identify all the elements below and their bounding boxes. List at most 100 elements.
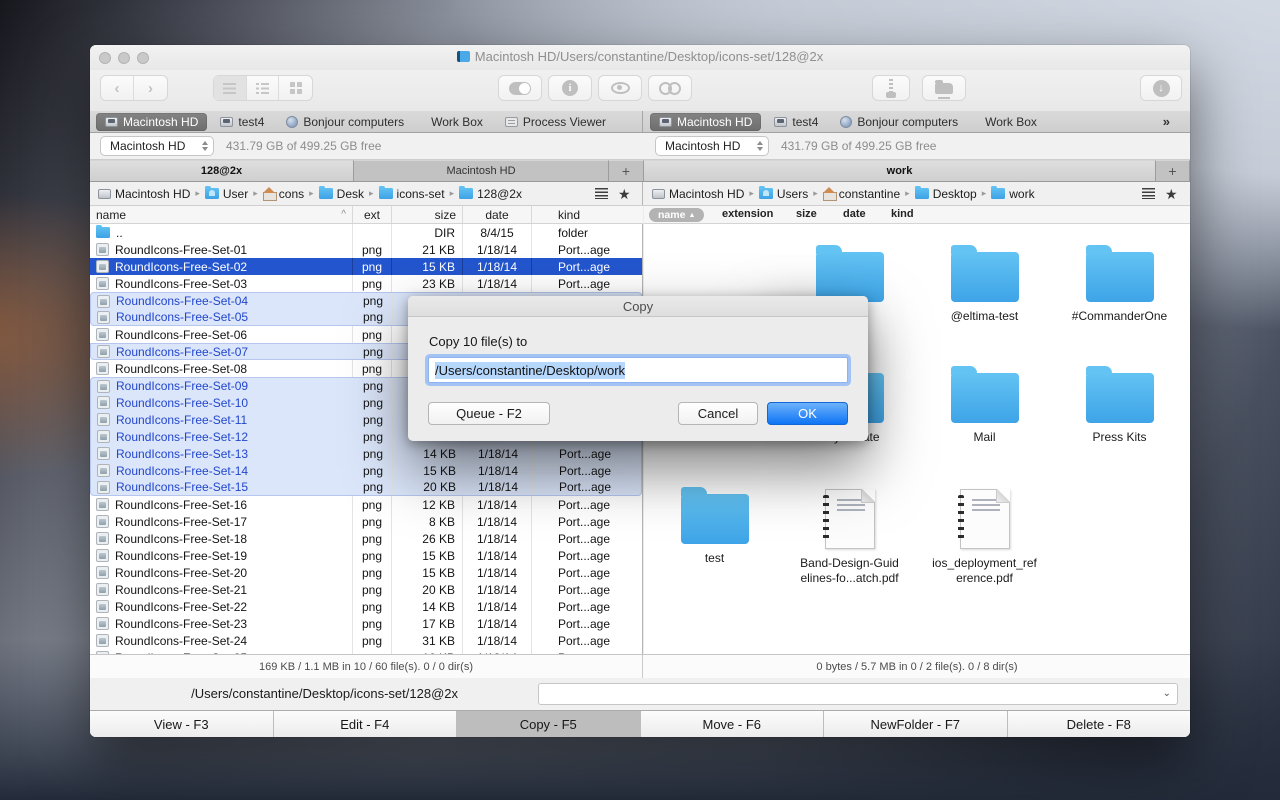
downloads-button[interactable]: ↓ [1140,75,1182,101]
network-button[interactable] [922,75,966,101]
breadcrumb-item-work[interactable]: work [991,185,1035,201]
chevron-down-icon[interactable]: ⌄ [1163,688,1171,699]
brief-list-view-button[interactable] [247,76,280,100]
left-drive-select[interactable]: Macintosh HD [100,136,214,156]
icon-view-item--commanderone[interactable]: #CommanderOne [1052,244,1187,365]
cell-date: 1/18/14 [463,564,532,581]
icon-view-label: #CommanderOne [1071,309,1168,323]
function-button-view-f3[interactable]: View - F3 [90,711,274,737]
file-row[interactable]: RoundIcons-Free-Set-02 png 15 KB 1/18/14 Por… [90,258,642,275]
device-tab-label: test4 [792,114,819,129]
file-row[interactable]: RoundIcons-Free-Set-19 png 15 KB 1/18/14 Por… [90,547,642,564]
icon-view-item-ios-deployment-ref[interactable]: ios_deployment_ref erence.pdf [917,486,1052,607]
breadcrumb-label: Desk [336,186,364,201]
command-line-input[interactable] [539,684,1177,704]
file-row[interactable]: RoundIcons-Free-Set-17 png 8 KB 1/18/14 Port… [90,513,642,530]
column-header-date[interactable]: date [843,208,866,220]
function-button-edit-f4[interactable]: Edit - F4 [273,711,457,737]
file-row[interactable]: RoundIcons-Free-Set-16 png 12 KB 1/18/14 Por… [90,496,642,513]
column-header-size[interactable]: size [796,208,817,220]
column-header-name[interactable]: name ^ [90,206,353,223]
archive-button[interactable] [872,75,910,101]
more-tabs-button[interactable]: » [1163,114,1170,129]
search-button[interactable] [648,75,692,101]
device-tab-macintosh-hd[interactable]: Macintosh HD [96,112,208,131]
file-row[interactable]: RoundIcons-Free-Set-18 png 26 KB 1/18/14 Por… [90,530,642,547]
breadcrumb-item-128@2x[interactable]: 128@2x [459,185,522,201]
file-row[interactable]: RoundIcons-Free-Set-14 png 15 KB 1/18/14 Por… [90,462,642,479]
icon-view-item-test[interactable]: test [647,486,782,607]
column-header-extension[interactable]: extension [722,208,773,220]
cell-name: RoundIcons-Free-Set-08 [90,360,353,377]
column-header-date[interactable]: date [463,206,532,223]
back-button[interactable]: ‹ [101,76,134,100]
breadcrumb-item-user[interactable]: User [204,185,248,201]
column-header-kind[interactable]: kind [891,208,914,220]
history-menu-icon[interactable] [595,188,608,199]
device-tab-bonjour-computers[interactable]: Bonjour computers [277,113,413,131]
file-row[interactable]: RoundIcons-Free-Set-21 png 20 KB 1/18/14 Por… [90,581,642,598]
cell-size: 8 KB [392,513,463,530]
icon-view-item-band-design-guid[interactable]: Band-Design-Guid elines-fo...atch.pdf [782,486,917,607]
column-header-kind[interactable]: kind [532,206,643,223]
history-menu-icon[interactable] [1142,188,1155,199]
cell-kind: Port...age [558,599,611,614]
function-button-newfolder-f7[interactable]: NewFolder - F7 [824,711,1008,737]
file-row[interactable]: RoundIcons-Free-Set-15 png 20 KB 1/18/14 Por… [90,479,642,496]
device-tab-test4[interactable]: test4 [211,113,273,131]
cell-kind: Port...age [558,497,611,512]
file-row[interactable]: RoundIcons-Free-Set-22 png 14 KB 1/18/14 Por… [90,598,642,615]
ok-button[interactable]: OK [767,402,848,425]
file-row[interactable]: RoundIcons-Free-Set-03 png 23 KB 1/18/14 Por… [90,275,642,292]
add-tab-button[interactable]: + [609,160,644,181]
function-button-copy-f5[interactable]: Copy - F5 [457,711,641,737]
info-button[interactable]: i [548,75,592,101]
image-icon [97,480,110,494]
breadcrumb-item-icons-set[interactable]: icons-set [378,185,445,201]
icon-view-item-press-kits[interactable]: Press Kits [1052,365,1187,486]
device-tab-work-box[interactable]: Work Box [971,113,1046,131]
folder-tab-128@2x[interactable]: 128@2x [90,160,354,181]
add-tab-button[interactable]: + [1156,160,1190,181]
cell-date: 1/18/14 [463,513,532,530]
thumbnail-view-button[interactable] [279,76,312,100]
breadcrumb-item-users[interactable]: Users [758,185,808,201]
device-tab-work-box[interactable]: Work Box [417,113,492,131]
file-row[interactable]: RoundIcons-Free-Set-01 png 21 KB 1/18/14 Por… [90,241,642,258]
device-tab-macintosh-hd[interactable]: Macintosh HD [650,112,762,131]
column-header-name-sorted[interactable]: name ▲ [649,208,705,222]
file-row[interactable]: RoundIcons-Free-Set-20 png 15 KB 1/18/14 Por… [90,564,642,581]
icon-view-item--eltima-test[interactable]: @eltima-test [917,244,1052,365]
icon-view-item-mail[interactable]: Mail [917,365,1052,486]
breadcrumb-item-desktop[interactable]: Desktop [914,185,977,201]
favorites-star-icon[interactable]: ★ [618,187,631,201]
copy-destination-input[interactable]: /Users/constantine/Desktop/work [428,357,848,383]
queue-button[interactable]: Queue - F2 [428,402,550,425]
forward-button[interactable]: › [134,76,167,100]
cancel-button[interactable]: Cancel [678,402,758,425]
breadcrumb-item-desk[interactable]: Desk [318,185,364,201]
file-row[interactable]: RoundIcons-Free-Set-13 png 14 KB 1/18/14 Por… [90,445,642,462]
file-row[interactable]: RoundIcons-Free-Set-23 png 17 KB 1/18/14 Por… [90,615,642,632]
device-tab-test4[interactable]: test4 [765,113,827,131]
breadcrumb-item-cons[interactable]: cons [262,187,304,201]
breadcrumb-item-macintosh-hd[interactable]: Macintosh HD [652,187,744,201]
toggle-panel-button[interactable] [498,75,542,101]
device-tab-bonjour-computers[interactable]: Bonjour computers [831,113,967,131]
device-tab-process-viewer[interactable]: Process Viewer [496,113,615,131]
folder-tab-macintosh-hd[interactable]: Macintosh HD [354,160,609,181]
function-button-delete-f8[interactable]: Delete - F8 [1007,711,1190,737]
favorites-star-icon[interactable]: ★ [1165,187,1178,201]
file-row[interactable]: .. DIR 8/4/15 folder [90,224,642,241]
column-header-ext[interactable]: ext [353,206,392,223]
quick-look-button[interactable] [598,75,642,101]
right-drive-select[interactable]: Macintosh HD [655,136,769,156]
file-row[interactable]: RoundIcons-Free-Set-24 png 31 KB 1/18/14 Por… [90,632,642,649]
breadcrumb-item-macintosh-hd[interactable]: Macintosh HD [98,187,190,201]
folder-tab-work[interactable]: work [644,160,1156,181]
function-button-move-f6[interactable]: Move - F6 [640,711,824,737]
column-header-size[interactable]: size [392,206,463,223]
cell-size: 17 KB [392,615,463,632]
full-list-view-button[interactable] [214,76,247,100]
breadcrumb-item-constantine[interactable]: constantine [822,187,900,201]
